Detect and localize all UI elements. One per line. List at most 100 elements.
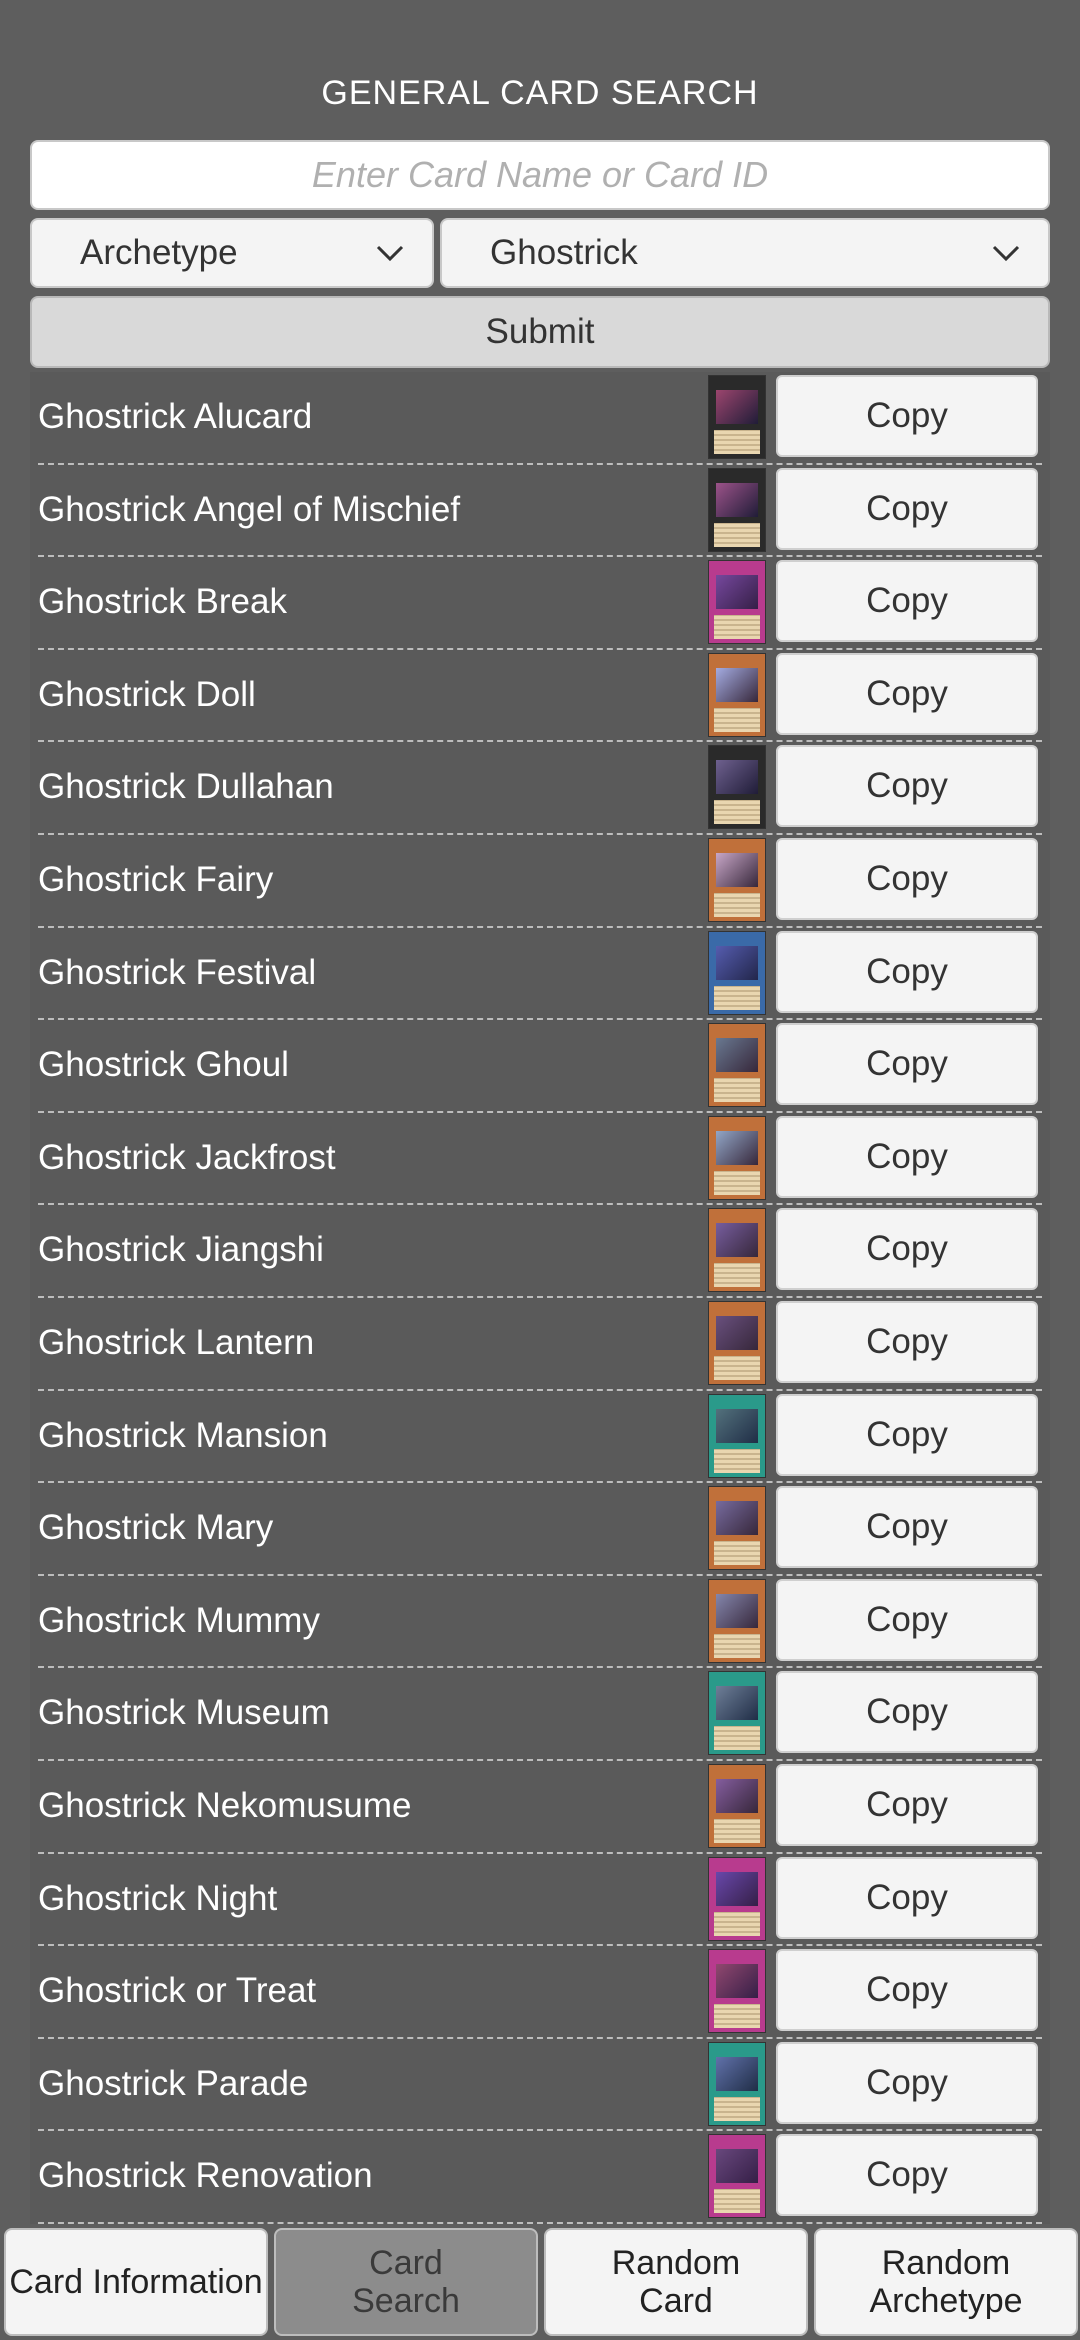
nav-random-card-button[interactable]: Random Card [544,2228,808,2336]
list-item: Ghostrick Break Copy [38,557,1042,650]
list-item: Ghostrick or Treat Copy [38,1946,1042,2039]
card-thumbnail [708,2041,766,2126]
list-item: Ghostrick Mummy Copy [38,1576,1042,1669]
card-text-box [714,985,760,1010]
card-thumbnail [708,745,766,830]
card-thumbnail [708,375,766,459]
card-name: Ghostrick Festival [38,952,317,992]
card-thumbnail [708,837,766,922]
list-item: Ghostrick Jackfrost Copy [38,1113,1042,1206]
card-art [716,2149,758,2184]
copy-button[interactable]: Copy [776,1115,1038,1198]
archetype-value: Ghostrick [490,233,638,272]
card-art [716,1686,758,1721]
list-item: Ghostrick Nekomusume Copy [38,1761,1042,1854]
card-art [716,482,758,517]
copy-button[interactable]: Copy [776,930,1038,1013]
card-art [716,1038,758,1073]
card-thumbnail [708,1115,766,1200]
list-item: Ghostrick Renovation Copy [38,2131,1042,2224]
copy-button[interactable]: Copy [776,1393,1038,1476]
page-title: GENERAL CARD SEARCH [321,74,759,112]
filter-type-select[interactable]: Archetype [30,218,434,288]
copy-button[interactable]: Copy [776,1023,1038,1106]
card-thumbnail [708,930,766,1015]
card-art [716,575,758,610]
copy-button[interactable]: Copy [776,837,1038,920]
card-text-box [714,707,760,732]
copy-button[interactable]: Copy [776,1671,1038,1754]
card-text-box [714,1448,760,1473]
card-thumbnail [708,467,766,552]
card-art [716,390,758,424]
submit-button[interactable]: Submit [30,296,1050,368]
list-item: Ghostrick Dullahan Copy [38,742,1042,835]
card-art [716,760,758,795]
card-art [716,1501,758,1536]
card-search-input[interactable] [30,140,1050,210]
card-thumbnail [708,1763,766,1848]
copy-button[interactable]: Copy [776,745,1038,828]
card-thumbnail [708,1300,766,1385]
card-text-box [714,1541,760,1566]
card-text-box [714,2004,760,2029]
copy-button[interactable]: Copy [776,375,1038,457]
bottom-nav: Card Information Card Search Random Card R… [0,2228,1080,2340]
card-name: Ghostrick Mary [38,1508,274,1548]
card-text-box [714,1818,760,1843]
card-name: Ghostrick Fairy [38,859,274,899]
card-art [716,2056,758,2091]
copy-button[interactable]: Copy [776,2041,1038,2124]
card-thumbnail [708,1208,766,1293]
card-art [716,1130,758,1165]
card-art [716,1223,758,1258]
nav-random-archetype-button[interactable]: Random Archetype [814,2228,1078,2336]
card-name: Ghostrick Night [38,1878,278,1918]
card-art [716,852,758,887]
card-name: Ghostrick or Treat [38,1971,317,2011]
card-thumbnail [708,1949,766,2034]
nav-card-search-button[interactable]: Card Search [274,2228,538,2336]
copy-button[interactable]: Copy [776,1578,1038,1661]
card-art [716,1871,758,1906]
archetype-select[interactable]: Ghostrick [440,218,1050,288]
card-text-box [714,2189,760,2214]
card-name: Ghostrick Dullahan [38,767,334,807]
copy-button[interactable]: Copy [776,1763,1038,1846]
card-text-box [714,2096,760,2121]
card-art [716,1778,758,1813]
list-item: Ghostrick Parade Copy [38,2039,1042,2132]
card-name: Ghostrick Mansion [38,1415,328,1455]
card-thumbnail [708,652,766,737]
chevron-down-icon [992,245,1020,262]
card-name: Ghostrick Museum [38,1693,330,1733]
card-text-box [714,1078,760,1103]
list-item: Ghostrick Lantern Copy [38,1298,1042,1391]
card-thumbnail [708,1578,766,1663]
copy-button[interactable]: Copy [776,1949,1038,2032]
copy-button[interactable]: Copy [776,652,1038,735]
copy-button[interactable]: Copy [776,560,1038,643]
card-text-box [714,1170,760,1195]
card-text-box [714,1633,760,1658]
card-text-box [714,1726,760,1751]
copy-button[interactable]: Copy [776,467,1038,550]
card-text-box [714,430,760,454]
card-art [716,667,758,702]
card-thumbnail [708,2134,766,2219]
copy-button[interactable]: Copy [776,2134,1038,2217]
results-list[interactable]: Ghostrick Alucard Copy Ghostrick Angel of … [30,372,1050,2224]
card-name: Ghostrick Ghoul [38,1045,289,1085]
card-name: Ghostrick Angel of Mischief [38,489,461,529]
copy-button[interactable]: Copy [776,1208,1038,1291]
filter-type-value: Archetype [80,233,238,272]
card-thumbnail [708,1486,766,1571]
copy-button[interactable]: Copy [776,1486,1038,1569]
card-art [716,1964,758,1999]
card-art [716,945,758,980]
card-text-box [714,800,760,825]
copy-button[interactable]: Copy [776,1856,1038,1939]
card-name: Ghostrick Doll [38,674,256,714]
nav-card-information-button[interactable]: Card Information [4,2228,268,2336]
copy-button[interactable]: Copy [776,1300,1038,1383]
